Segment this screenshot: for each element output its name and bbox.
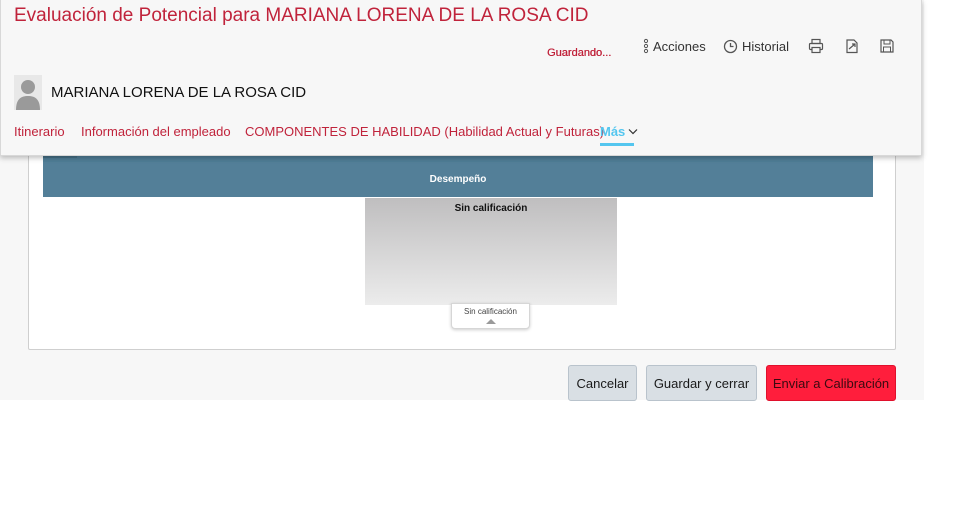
page-title: Evaluación de Potencial para MARIANA LOR… (14, 5, 589, 26)
performance-axis-label: Desempeño (429, 174, 487, 185)
tab-more[interactable]: Más (600, 124, 638, 139)
chevron-down-icon (628, 129, 638, 135)
more-vertical-icon (643, 38, 649, 54)
performance-axis-bar: Desempeño (43, 162, 873, 197)
clock-icon (723, 39, 738, 53)
avatar (14, 75, 42, 110)
grid-cell-label: Sin calificación (454, 203, 528, 214)
history-label: Historial (742, 38, 789, 54)
tab-more-label: Más (600, 124, 626, 139)
rating-tooltip-label: Sin calificación (464, 307, 517, 316)
history-button[interactable]: Historial (723, 38, 789, 54)
form-header: Evaluación de Potencial para MARIANA LOR… (0, 0, 922, 156)
tab-itinerario[interactable]: Itinerario (14, 124, 65, 139)
send-to-calibration-button[interactable]: Enviar a Calibración (766, 365, 896, 401)
cancel-button[interactable]: Cancelar (568, 365, 637, 401)
tab-employee-info[interactable]: Información del empleado (81, 124, 231, 139)
active-tab-indicator (600, 143, 634, 146)
export-pdf-icon[interactable] (844, 38, 860, 54)
grid-cell-unrated[interactable]: Sin calificación (365, 198, 617, 305)
save-icon[interactable] (879, 38, 895, 54)
actions-button[interactable]: Acciones (642, 38, 706, 54)
rating-tooltip[interactable]: Sin calificación (451, 303, 530, 329)
saving-status: Guardando... (547, 47, 612, 59)
save-and-close-button[interactable]: Guardar y cerrar (646, 365, 757, 401)
print-icon[interactable] (808, 38, 824, 54)
tab-skill-components[interactable]: COMPONENTES DE HABILIDAD (Habilidad Actu… (245, 124, 604, 139)
employee-name: MARIANA LORENA DE LA ROSA CID (51, 84, 307, 101)
actions-label: Acciones (653, 38, 706, 54)
caret-up-icon (485, 319, 496, 324)
